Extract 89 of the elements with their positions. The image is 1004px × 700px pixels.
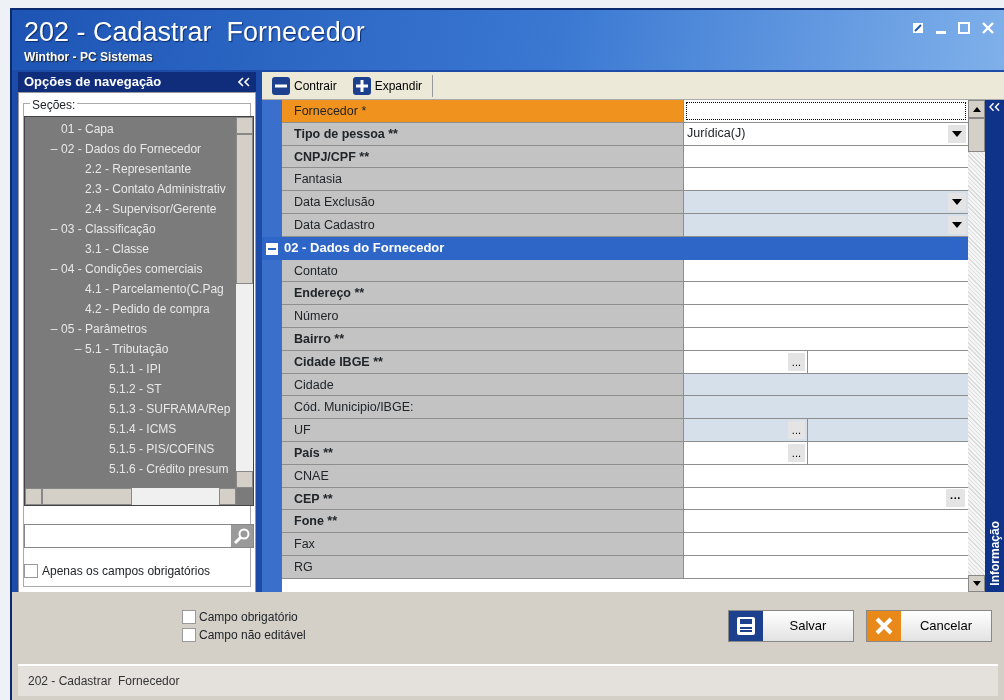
maximize-icon[interactable]: [958, 22, 970, 34]
scroll-down-icon[interactable]: [972, 581, 981, 586]
field-label: Fone **: [282, 510, 684, 533]
dropdown-icon[interactable]: [948, 124, 966, 143]
field-label: Cidade IBGE **: [282, 350, 684, 373]
legend-label: Campo não editável: [199, 627, 306, 644]
tree-item[interactable]: 01 - Capa: [61, 118, 114, 139]
field-value: Jurídica(J): [686, 125, 746, 143]
field-label: CEP **: [282, 487, 684, 510]
field-label: Fantasia: [282, 168, 684, 191]
search-field[interactable]: [24, 523, 254, 548]
field-label: CNAE: [282, 464, 684, 487]
collapse-button[interactable]: Contrair: [266, 74, 343, 97]
tree-item[interactable]: 5.1.6 - Crédito presum: [109, 458, 229, 479]
checkbox[interactable]: [24, 563, 38, 578]
collapse-toggle[interactable]: –: [47, 218, 61, 239]
tree-item[interactable]: 4.1 - Parcelamento(C.Pag: [85, 278, 224, 299]
tree-item[interactable]: 5.1 - Tributação: [85, 338, 169, 359]
field-label: Cidade: [282, 373, 684, 396]
tree-item[interactable]: 3.1 - Classe: [85, 238, 150, 259]
lookup-button[interactable]: ...: [787, 443, 805, 462]
field-label: UF: [282, 419, 684, 441]
search-icon[interactable]: [231, 524, 253, 547]
tree-item[interactable]: 04 - Condições comerciais: [61, 258, 203, 279]
close-icon[interactable]: [982, 22, 994, 34]
tree-item[interactable]: 5.1.1 - IPI: [109, 358, 162, 379]
tree-item[interactable]: 2.4 - Supervisor/Gerente: [85, 198, 217, 219]
tree-item[interactable]: 5.1.4 - ICMS: [109, 418, 177, 439]
cancel-button[interactable]: Cancelar: [866, 610, 992, 642]
tree-item[interactable]: 5.1.5 - PIS/COFINS: [109, 438, 215, 459]
lookup-button[interactable]: ...: [787, 421, 805, 440]
field-label: Data Exclusão: [282, 191, 684, 213]
information-panel-title: Informação: [986, 521, 1003, 586]
tree-item[interactable]: 2.3 - Contato Administrativ: [85, 178, 226, 199]
window-title: 202 - Cadastrar Fornecedor: [24, 16, 365, 48]
input-field[interactable]: [684, 100, 968, 122]
field-label: Bairro **: [282, 327, 684, 350]
expand-button[interactable]: Expandir: [346, 74, 429, 97]
legend-swatch: [182, 628, 196, 642]
tree-item[interactable]: 5.1.3 - SUFRAMA/Rep: [109, 398, 231, 419]
collapse-toggle[interactable]: –: [71, 338, 85, 359]
field-label: Cód. Municipio/IBGE:: [282, 396, 684, 419]
field-label: Tipo de pessoa **: [282, 122, 684, 145]
navigation-title: Opções de navegação: [24, 73, 162, 91]
field-label: Data Cadastro: [282, 214, 684, 236]
input-field[interactable]: [684, 396, 968, 419]
scroll-thumb[interactable]: [968, 118, 985, 152]
field-label: Fornecedor *: [282, 100, 684, 122]
field-label: Endereço **: [282, 282, 684, 305]
vertical-scrollbar[interactable]: [236, 116, 253, 488]
input-field[interactable]: [684, 373, 968, 396]
minus-icon: [272, 76, 290, 95]
dropdown-field[interactable]: [684, 214, 968, 236]
tree-item[interactable]: 03 - Classificação: [61, 218, 156, 239]
tree-item[interactable]: 02 - Dados do Fornecedor: [61, 138, 202, 159]
collapse-toggle[interactable]: –: [47, 258, 61, 279]
expand-panel-icon[interactable]: [989, 102, 1000, 112]
dropdown-field[interactable]: [684, 191, 968, 213]
tree-item[interactable]: 4.2 - Pedido de compra: [85, 298, 210, 319]
checkbox-label: Apenas os campos obrigatórios: [42, 562, 211, 580]
collapse-panel-icon[interactable]: [238, 76, 250, 87]
collapse-toggle[interactable]: –: [47, 318, 61, 339]
restore-icon[interactable]: [912, 22, 924, 34]
dropdown-field[interactable]: Jurídica(J): [684, 122, 968, 145]
legend-label: Campo obrigatório: [199, 609, 298, 626]
dropdown-icon[interactable]: [948, 193, 966, 212]
dropdown-icon[interactable]: [948, 215, 966, 234]
field-label: RG: [282, 555, 684, 578]
scroll-up-icon[interactable]: [972, 106, 981, 112]
lookup-button[interactable]: ···: [946, 489, 965, 508]
collapse-toggle[interactable]: –: [47, 138, 61, 159]
field-label: Número: [282, 305, 684, 327]
x-icon: [875, 617, 893, 635]
tree-item[interactable]: 05 - Parâmetros: [61, 318, 148, 339]
field-label: CNPJ/CPF **: [282, 145, 684, 168]
lookup-button[interactable]: ...: [787, 352, 805, 371]
input-field[interactable]: ...: [684, 419, 968, 441]
plus-icon: [352, 76, 371, 95]
horizontal-scrollbar[interactable]: [25, 487, 236, 505]
legend-swatch: [182, 610, 196, 624]
section-title: 02 - Dados do Fornecedor: [284, 239, 445, 258]
field-label: Fax: [282, 533, 684, 555]
tree-item[interactable]: 2.2 - Representante: [85, 158, 192, 179]
status-bar: 202 - Cadastrar Fornecedor: [18, 664, 998, 696]
tree-item[interactable]: 5.1.2 - ST: [109, 378, 162, 399]
field-label: Contato: [282, 259, 684, 282]
save-button[interactable]: Salvar: [728, 610, 854, 642]
window-subtitle: Winthor - PC Sistemas: [24, 49, 154, 66]
field-label: País **: [282, 441, 684, 464]
